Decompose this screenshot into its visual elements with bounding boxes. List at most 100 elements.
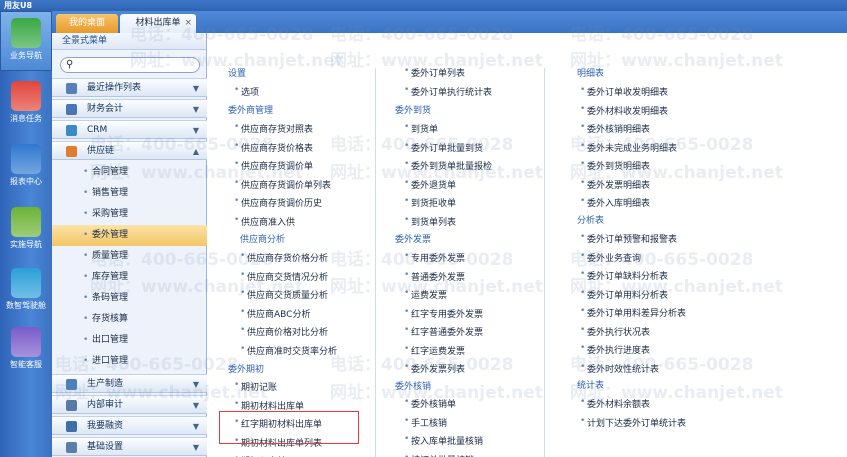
function-link[interactable]: 选项: [234, 85, 259, 98]
menu-group-label: 基础设置: [87, 442, 124, 452]
function-link[interactable]: 到货单: [404, 122, 438, 135]
menu-subitem[interactable]: 进口管理: [52, 351, 207, 372]
function-link[interactable]: 到货拒收单: [404, 196, 456, 209]
nav-implement-nav[interactable]: 实施导航: [0, 201, 52, 261]
tab-material-outbound[interactable]: 材料出库单 ×: [120, 14, 196, 33]
function-link[interactable]: 委外材料收发明细表: [580, 104, 668, 117]
menu-group-finance[interactable]: 财务会计 ▼: [52, 99, 207, 118]
section-heading: 明细表: [577, 69, 605, 79]
menu-header: 全景式菜单: [52, 33, 206, 50]
menu-search-input[interactable]: [79, 59, 195, 71]
menu-group-production[interactable]: 生产制造 ▼: [52, 374, 207, 393]
content-area: 设置选项委外商管理供应商存货对照表供应商存货价格表供应商存货调价单供应商存货调价…: [207, 33, 847, 457]
section-heading: 供应商分析: [240, 235, 286, 245]
function-link[interactable]: 委外核销明细表: [580, 122, 650, 135]
message-task-icon: [11, 81, 41, 111]
function-link[interactable]: 供应商存货价格表: [234, 141, 313, 154]
function-link[interactable]: 供应商准入供: [234, 215, 295, 228]
function-link[interactable]: 委外入库明细表: [580, 196, 650, 209]
menu-group-label: 内部审计: [87, 400, 124, 410]
function-link[interactable]: 委外订单列表: [404, 66, 465, 79]
function-link[interactable]: 期初材料出库单: [234, 399, 304, 412]
chevron-down-icon: ▼: [192, 84, 199, 93]
function-link[interactable]: 计划下达委外订单统计表: [580, 416, 686, 429]
nav-message-task[interactable]: 消息任务: [0, 75, 52, 135]
function-link[interactable]: 委外核销单: [404, 397, 456, 410]
chevron-down-icon: ▼: [192, 380, 199, 389]
menu-subitem[interactable]: 条码管理: [52, 288, 207, 309]
function-link[interactable]: 委外业务查询: [580, 251, 641, 264]
nav-smart-service[interactable]: 智能客服: [0, 321, 52, 381]
implement-nav-icon: [11, 207, 41, 237]
function-link[interactable]: 核订单批量核销: [404, 453, 474, 457]
menu-group-crm[interactable]: CRM ▼: [52, 120, 207, 139]
function-link[interactable]: 期初记账: [234, 380, 277, 393]
cockpit-icon: [11, 268, 41, 298]
function-link[interactable]: 按入库单批量核销: [404, 434, 483, 447]
supply-chain-icon: [66, 146, 77, 157]
function-link[interactable]: 委外退货单: [404, 178, 456, 191]
function-link[interactable]: 委外订单缺料分析表: [580, 269, 668, 282]
function-link[interactable]: 委外订单批量到货: [404, 141, 483, 154]
function-link[interactable]: 委外执行状况表: [580, 325, 650, 338]
function-link[interactable]: 委外订单收发明细表: [580, 85, 668, 98]
function-link[interactable]: 供应商存货调价单列表: [234, 178, 331, 191]
function-link[interactable]: 委外订单用料差异分析表: [580, 306, 686, 319]
chevron-down-icon: ▼: [192, 443, 199, 452]
menu-subitem[interactable]: 采购管理: [52, 204, 207, 225]
menu-subitem[interactable]: 销售管理: [52, 183, 207, 204]
menu-subitem[interactable]: 出口管理: [52, 330, 207, 351]
function-link[interactable]: 委外订单用料分析表: [580, 288, 668, 301]
function-link[interactable]: 委外发票明细表: [580, 178, 650, 191]
audit-icon: [66, 400, 77, 411]
close-icon[interactable]: ×: [184, 14, 192, 33]
function-link[interactable]: 供应商准时交货率分析: [240, 344, 337, 357]
function-link[interactable]: 委外订单执行统计表: [404, 85, 492, 98]
function-link[interactable]: 供应商存货对照表: [234, 122, 313, 135]
menu-subitem[interactable]: 合同管理: [52, 162, 207, 183]
function-link[interactable]: 委外到货明细表: [580, 159, 650, 172]
search-icon[interactable]: ⚲: [66, 59, 73, 70]
menu-group-audit[interactable]: 内部审计 ▼: [52, 395, 207, 414]
menu-group-label: 财务会计: [87, 104, 124, 114]
function-link[interactable]: 委外时效性统计表: [580, 362, 659, 375]
function-link[interactable]: 委外材料余额表: [580, 397, 650, 410]
function-link[interactable]: 运费发票: [404, 288, 447, 301]
left-navigation: 业务导航 消息任务 报表中心 实施导航 数智驾驶舱 智能客服: [0, 11, 52, 457]
function-link[interactable]: 专用委外发票: [404, 251, 465, 264]
tab-my-desktop[interactable]: 我的桌面: [56, 14, 118, 33]
menu-group-supply-chain[interactable]: 供应链 ▲: [52, 141, 207, 160]
function-link[interactable]: 委外未完成业务明细表: [580, 141, 677, 154]
function-link[interactable]: 委外到货单批量报检: [404, 159, 492, 172]
section-heading: 委外发票: [395, 235, 432, 245]
menu-subitem[interactable]: 库存管理: [52, 267, 207, 288]
function-link[interactable]: 供应商存货调价单: [234, 159, 313, 172]
function-link[interactable]: 供应商存货价格分析: [240, 251, 328, 264]
menu-group-clock[interactable]: 最近操作列表 ▼: [52, 78, 207, 97]
function-link[interactable]: 到货单列表: [404, 215, 456, 228]
function-link[interactable]: 委外执行进度表: [580, 343, 650, 356]
function-link[interactable]: 红字运费发票: [404, 344, 465, 357]
highlight-box: [219, 411, 359, 444]
function-link[interactable]: 供应商ABC分析: [240, 307, 311, 320]
function-link[interactable]: 红字普通委外发票: [404, 325, 483, 338]
function-link[interactable]: 手工核销: [404, 416, 447, 429]
smart-service-icon: [11, 327, 41, 357]
nav-report-center[interactable]: 报表中心: [0, 138, 52, 198]
menu-group-settings[interactable]: 基础设置 ▼: [52, 437, 207, 456]
function-link[interactable]: 委外订单预警和报警表: [580, 232, 677, 245]
function-link[interactable]: 委外发票列表: [404, 362, 465, 375]
function-link[interactable]: 供应商价格对比分析: [240, 325, 328, 338]
function-link[interactable]: 普通委外发票: [404, 270, 465, 283]
menu-subitem[interactable]: 委外管理: [52, 225, 207, 246]
nav-business-nav[interactable]: 业务导航: [0, 11, 52, 71]
function-link[interactable]: 红字专用委外发票: [404, 307, 483, 320]
function-link[interactable]: 供应商交货情况分析: [240, 270, 328, 283]
function-link[interactable]: 供应商交货质量分析: [240, 288, 328, 301]
function-link[interactable]: 供应商存货调价历史: [234, 196, 322, 209]
menu-subitem[interactable]: 质量管理: [52, 246, 207, 267]
nav-cockpit[interactable]: 数智驾驶舱: [0, 262, 52, 322]
menu-subitem[interactable]: 存货核算: [52, 309, 207, 330]
section-heading: 分析表: [577, 216, 605, 226]
menu-group-financing[interactable]: 我要融资 ▼: [52, 416, 207, 435]
